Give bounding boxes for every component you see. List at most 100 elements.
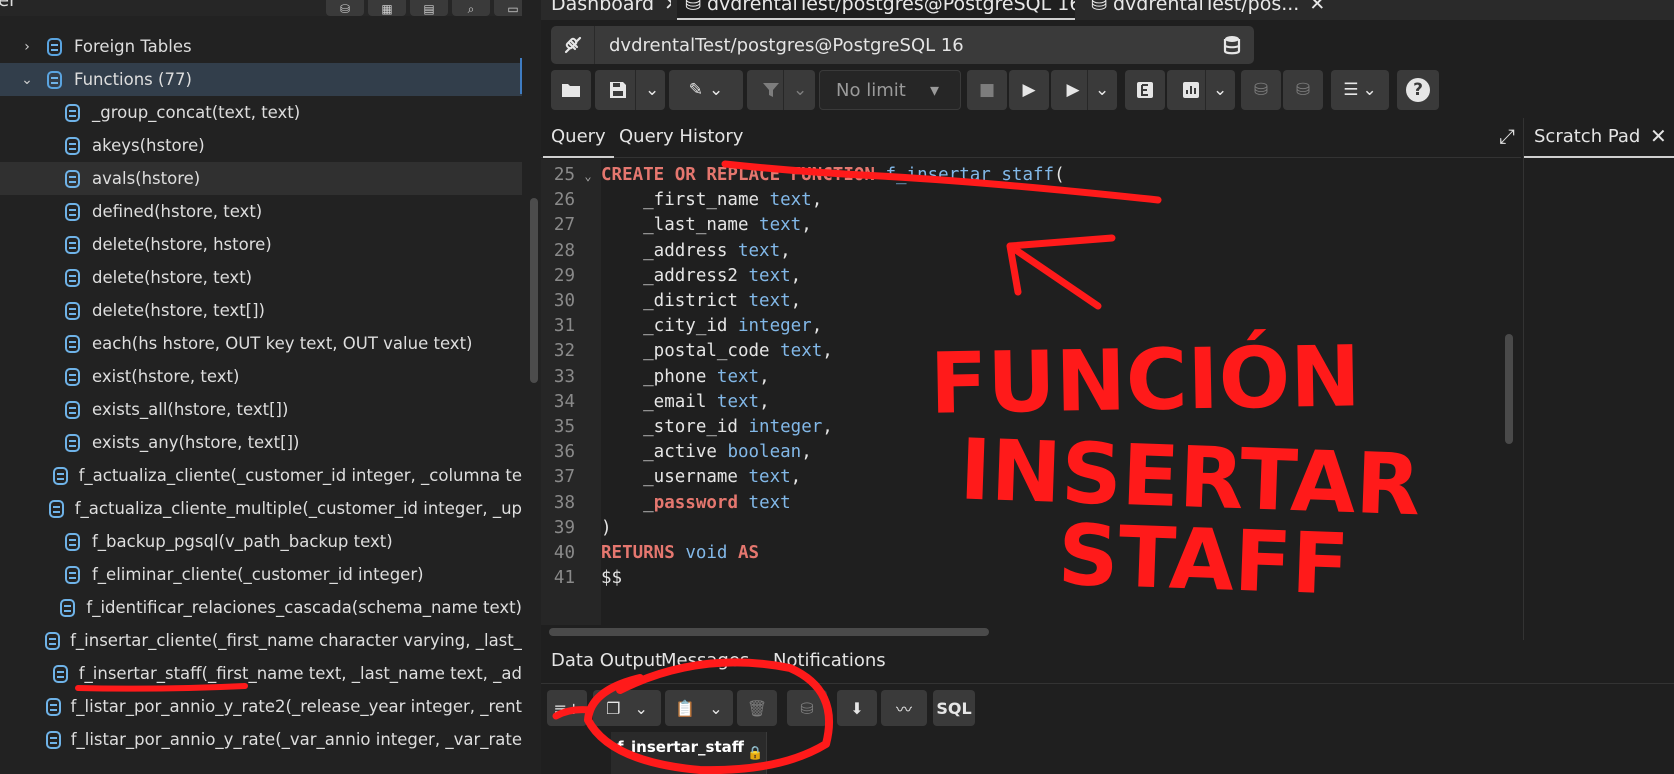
close-icon[interactable]: ✕ [1650, 124, 1667, 148]
tree-item[interactable]: exist(hstore, text) [0, 360, 522, 393]
code-line[interactable]: 34 _email text, [541, 389, 1501, 416]
tab-query-2[interactable]: ⛁ dvdrentalTest/pos... ✕ [1083, 0, 1353, 20]
tree-item[interactable]: _group_concat(text, text) [0, 96, 522, 129]
code-line[interactable]: 38 _password text [541, 490, 1501, 517]
chevron-icon[interactable]: ⌄ [20, 72, 34, 88]
tree-item[interactable]: f_listar_por_annio_y_rate2(_release_year… [0, 690, 522, 723]
tab-messages[interactable]: Messages [661, 650, 749, 671]
commit-icon[interactable]: ⛁ [1241, 70, 1281, 110]
tab-data-output[interactable]: Data Output [551, 650, 662, 671]
search-icon[interactable]: ⌕ [452, 0, 490, 16]
editor-vertical-scrollbar[interactable] [1505, 334, 1513, 444]
tree-item-label: avals(hstore) [92, 169, 201, 188]
tab-query-history[interactable]: Query History [619, 126, 743, 147]
connection-name: dvdrentalTest/postgres@PostgreSQL 16 [609, 34, 964, 56]
tree-item[interactable]: delete(hstore, text) [0, 261, 522, 294]
tab-notifications[interactable]: Notifications [773, 650, 886, 671]
object-explorer-icon[interactable]: ⛁ [326, 0, 364, 16]
code-line[interactable]: 41 $$ [541, 565, 1501, 592]
tree-item[interactable]: delete(hstore, hstore) [0, 228, 522, 261]
delete-icon[interactable]: 🗑 [737, 690, 777, 726]
stop-icon[interactable]: ■ [967, 70, 1007, 110]
open-file-icon[interactable] [551, 70, 591, 110]
code-line[interactable]: 32 _postal_code text, [541, 338, 1501, 365]
expand-icon[interactable]: ⤢ [1499, 124, 1515, 148]
tab-query[interactable]: Query [543, 126, 614, 158]
save-data-icon[interactable]: ⛁ [787, 690, 827, 726]
tree-item-label: f_identificar_relaciones_cascada(schema_… [86, 598, 522, 617]
connection-status-icon[interactable] [551, 26, 595, 64]
code-line[interactable]: 30 _district text, [541, 288, 1501, 315]
result-column-header[interactable]: f_insertar_staff 🔒 [611, 732, 767, 774]
graph-icon[interactable]: 〰 [881, 690, 927, 726]
code-line[interactable]: 31 _city_id integer, [541, 313, 1501, 340]
terminal-icon[interactable]: ▭ [494, 0, 522, 16]
tree-item[interactable]: › Foreign Tables [0, 30, 522, 63]
help-button[interactable]: ? [1397, 70, 1439, 110]
explain-analyze-button[interactable]: ⌄ [1167, 70, 1235, 110]
code-line[interactable]: 33 _phone text, [541, 364, 1501, 391]
sql-view-button[interactable]: SQL [933, 690, 975, 726]
tree-item[interactable]: f_actualiza_cliente_multiple(_customer_i… [0, 492, 522, 525]
column-name: f_insertar_staff [617, 738, 744, 756]
add-row-icon[interactable]: ≡+ [547, 690, 587, 726]
explain-icon[interactable] [1125, 70, 1165, 110]
function-icon [62, 103, 82, 123]
code-line[interactable]: 25 ⌄ CREATE OR REPLACE FUNCTION f_insertar… [541, 162, 1501, 189]
chevron-down-icon[interactable]: ⌄ [645, 80, 659, 100]
code-line[interactable]: 29 _address2 text, [541, 263, 1501, 290]
tree-scrollbar[interactable] [530, 198, 538, 383]
code-line[interactable]: 36 _active boolean, [541, 439, 1501, 466]
code-line[interactable]: 35 _store_id integer, [541, 414, 1501, 441]
fold-chevron-icon[interactable]: ⌄ [575, 163, 601, 190]
tree-item[interactable]: each(hs hstore, OUT key text, OUT value … [0, 327, 522, 360]
code-line[interactable]: 26 _first_name text, [541, 187, 1501, 214]
tree-item[interactable]: f_insertar_staff(_first_name text, _last… [0, 657, 522, 690]
close-icon[interactable]: ✕ [1309, 0, 1325, 15]
tree-item[interactable]: ⌄ Functions (77) [0, 63, 522, 96]
tree-item[interactable]: f_listar_por_annio_y_rate(_var_annio int… [0, 723, 522, 756]
tree-item[interactable]: f_identificar_relaciones_cascada(schema_… [0, 591, 522, 624]
edit-pencil-button[interactable]: ✎ ⌄ [669, 70, 743, 110]
tree-item[interactable]: defined(hstore, text) [0, 195, 522, 228]
tree-item[interactable]: avals(hstore) [0, 162, 522, 195]
code-line[interactable]: 28 _address text, [541, 238, 1501, 265]
close-icon[interactable]: ✕ [664, 0, 671, 15]
code-text: _last_name text, [601, 215, 812, 236]
table-grid-icon[interactable]: ▦ [368, 0, 406, 16]
sql-editor[interactable]: 25 ⌄ CREATE OR REPLACE FUNCTION f_insertar… [541, 159, 1521, 625]
copy-button[interactable]: ❐ ⌄ [593, 690, 661, 726]
code-line[interactable]: 37 _username text, [541, 464, 1501, 491]
tree-item[interactable]: exists_all(hstore, text[]) [0, 393, 522, 426]
tree-item[interactable]: f_eliminar_cliente(_customer_id integer) [0, 558, 522, 591]
function-icon [62, 202, 82, 222]
database-icon[interactable] [1210, 26, 1254, 64]
connection-selector[interactable]: dvdrentalTest/postgres@PostgreSQL 16 ⌄ [551, 26, 1238, 64]
tree-item[interactable]: f_insertar_cliente(_first_name character… [0, 624, 522, 657]
macros-button[interactable]: ☰ ⌄ [1331, 70, 1389, 110]
tree-item[interactable]: akeys(hstore) [0, 129, 522, 162]
rollback-icon[interactable]: ⛁ [1283, 70, 1323, 110]
tab-dashboard[interactable]: Dashboard ✕ [551, 0, 671, 20]
paste-button[interactable]: 📋 ⌄ [665, 690, 733, 726]
code-line[interactable]: 39) [541, 515, 1501, 542]
execute-icon[interactable]: ▶ [1009, 70, 1049, 110]
code-line[interactable]: 27 _last_name text, [541, 212, 1501, 239]
properties-icon[interactable]: ▤ [410, 0, 448, 16]
tree-item[interactable]: exists_any(hstore, text[]) [0, 426, 522, 459]
filter-button[interactable]: ⌄ [747, 70, 815, 110]
function-icon [62, 268, 82, 288]
editor-horizontal-scrollbar[interactable] [549, 628, 989, 636]
tree-item[interactable]: f_backup_pgsql(v_path_backup text) [0, 525, 522, 558]
scratch-pad-title[interactable]: Scratch Pad [1534, 126, 1640, 147]
save-file-button[interactable]: ⌄ [595, 70, 665, 110]
download-icon[interactable]: ⬇ [837, 690, 877, 726]
tab-query-active[interactable]: ⛁ dvdrentalTest/postgres@PostgreSQL 16*✕ [677, 0, 1075, 20]
execute-options-button[interactable]: ▶ ⌄ [1051, 70, 1117, 110]
code-line[interactable]: 40 RETURNS void AS [541, 540, 1501, 567]
chevron-icon[interactable]: › [20, 39, 34, 55]
row-limit-select[interactable]: No limit ▾ [819, 70, 961, 110]
tree-item[interactable]: delete(hstore, text[]) [0, 294, 522, 327]
function-icon [62, 235, 82, 255]
tree-item[interactable]: f_actualiza_cliente(_customer_id integer… [0, 459, 522, 492]
